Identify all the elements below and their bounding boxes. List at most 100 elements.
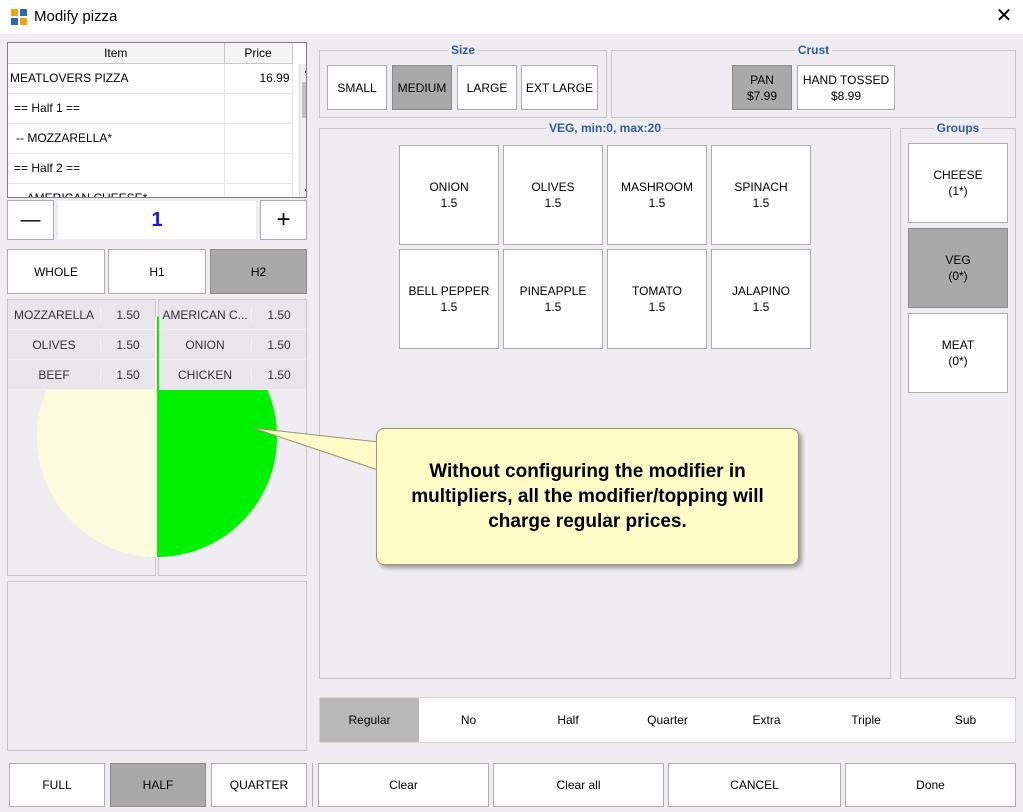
size-ext-large-button[interactable]: EXT LARGE [521,65,598,110]
group-cheese-button[interactable]: CHEESE (1*) [908,143,1008,223]
split-full-button[interactable]: FULL [9,763,105,807]
clear-all-button[interactable]: Clear all [493,763,664,807]
crust-price: $8.99 [830,88,862,103]
split-half-button[interactable]: HALF [110,763,206,807]
multiplier-regular[interactable]: Regular [320,698,419,742]
group-count: (0*) [948,354,968,368]
order-item: MEATLOVERS PIZZA [8,63,225,94]
topping-price: 1.50 [100,307,155,322]
multiplier-quarter[interactable]: Quarter [618,698,717,742]
size-large-button[interactable]: LARGE [457,65,517,110]
size-small-button[interactable]: SMALL [327,65,387,110]
modifier-onion-button[interactable]: ONION 1.5 [399,145,499,245]
quantity-decrease-button[interactable]: — [7,200,54,240]
quantity-increase-button[interactable]: + [260,200,307,240]
price-column-header[interactable]: Price [224,43,293,64]
group-count: (0*) [948,269,968,283]
modifier-name: BELL PEPPER [408,284,490,298]
modifier-name: TOMATO [631,284,682,298]
cancel-button[interactable]: CANCEL [668,763,841,807]
order-item: == Half 1 == [8,93,225,124]
topping-row[interactable]: AMERICAN C... 1.50 [159,300,306,330]
multiplier-extra[interactable]: Extra [717,698,816,742]
topping-row[interactable]: BEEF 1.50 [8,360,155,390]
multiplier-triple[interactable]: Triple [816,698,916,742]
order-row[interactable]: == Half 1 == [8,93,293,124]
order-price [224,153,293,184]
multiplier-half[interactable]: Half [518,698,618,742]
group-veg-button[interactable]: VEG (0*) [908,228,1008,308]
scroll-down-icon[interactable]: ▼ [303,187,306,196]
topping-name: MOZZARELLA [13,307,94,322]
modifier-price: 1.5 [440,300,458,314]
modifier-tomato-button[interactable]: TOMATO 1.5 [607,249,707,349]
close-icon[interactable]: ✕ [992,4,1016,28]
modifier-bell-pepper-button[interactable]: BELL PEPPER 1.5 [399,249,499,349]
modifier-pineapple-button[interactable]: PINEAPPLE 1.5 [503,249,603,349]
order-price: 16.99 [224,63,293,94]
size-group-label: Size [447,43,478,57]
split-quarter-button[interactable]: QUARTER [211,763,307,807]
crust-name: HAND TOSSED [802,72,890,87]
multiplier-no[interactable]: No [419,698,518,742]
groups-label: Groups [933,121,983,135]
crust-name: PAN [750,72,774,87]
modifier-spinach-button[interactable]: SPINACH 1.5 [711,145,811,245]
modifier-price: 1.5 [752,300,770,314]
tab-h1[interactable]: H1 [108,249,206,294]
modifier-price: 1.5 [544,300,562,314]
crust-hand-tossed-button[interactable]: HAND TOSSED $8.99 [797,65,895,110]
title-bar [0,0,1023,34]
topping-price: 1.50 [100,337,155,352]
topping-price: 1.50 [251,337,306,352]
order-grid[interactable]: Item Price MEATLOVERS PIZZA 16.99 == Half… [7,42,307,198]
clear-button[interactable]: Clear [318,763,489,807]
scroll-up-icon[interactable]: ▲ [303,66,306,75]
modifier-mashroom-button[interactable]: MASHROOM 1.5 [607,145,707,245]
crust-group-label: Crust [794,43,833,57]
tab-h2[interactable]: H2 [210,249,307,294]
group-name: VEG [945,253,971,267]
modifier-name: ONION [429,180,469,194]
order-row[interactable]: == Half 2 == [8,153,293,184]
order-price [224,123,293,154]
topping-row[interactable]: CHICKEN 1.50 [159,360,306,390]
topping-row[interactable]: ONION 1.50 [159,330,306,360]
topping-name: BEEF [38,367,70,382]
callout-pointer [252,427,379,471]
group-meat-button[interactable]: MEAT (0*) [908,313,1008,393]
tab-whole[interactable]: WHOLE [7,249,105,294]
notes-panel [7,581,307,751]
modifier-olives-button[interactable]: OLIVES 1.5 [503,145,603,245]
group-name: CHEESE [933,168,983,182]
modifier-name: PINEAPPLE [519,284,587,298]
vertical-scrollbar[interactable]: ▲ ▼ [299,64,306,197]
modifier-name: OLIVES [531,180,575,194]
group-count: (1*) [948,184,968,198]
scroll-thumb[interactable] [302,82,306,118]
modifier-name: MASHROOM [621,180,693,194]
topping-row[interactable]: OLIVES 1.50 [8,330,155,360]
done-button[interactable]: Done [845,763,1016,807]
order-item: -- MOZZARELLA* [8,123,225,154]
topping-row[interactable]: MOZZARELLA 1.50 [8,300,155,330]
topping-name: OLIVES [32,337,76,352]
quantity-display: 1 [58,201,256,239]
modifier-price: 1.5 [648,300,666,314]
modifier-price: 1.5 [648,196,666,210]
app-icon [11,9,27,25]
modifier-jalapino-button[interactable]: JALAPINO 1.5 [711,249,811,349]
order-row[interactable]: MEATLOVERS PIZZA 16.99 [8,63,293,94]
item-column-header[interactable]: Item [8,43,225,64]
order-row[interactable]: -- AMERICAN CHEESE* [8,183,293,197]
topping-name: ONION [185,337,225,352]
order-item: == Half 2 == [8,153,225,184]
crust-pan-button[interactable]: PAN $7.99 [732,65,792,110]
order-item: -- AMERICAN CHEESE* [8,183,225,197]
topping-name: CHICKEN [177,367,232,382]
window-title: Modify pizza [34,8,118,25]
modifier-price: 1.5 [544,196,562,210]
multiplier-sub[interactable]: Sub [916,698,1015,742]
size-medium-button[interactable]: MEDIUM [392,65,452,110]
order-row[interactable]: -- MOZZARELLA* [8,123,293,154]
